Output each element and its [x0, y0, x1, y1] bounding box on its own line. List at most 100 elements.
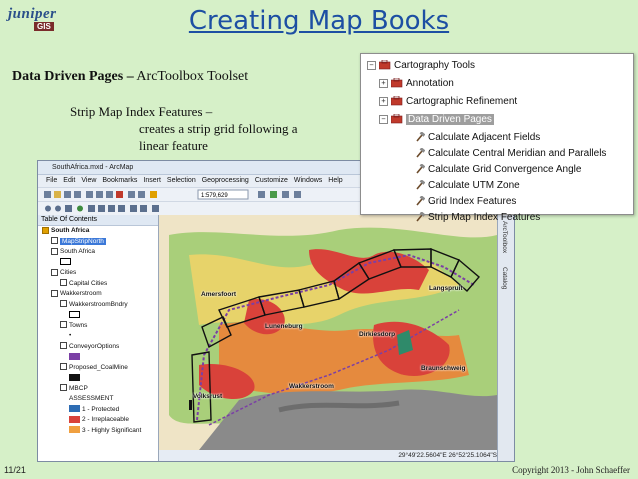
map-label-5: Wakkerstroom	[289, 383, 334, 390]
toolset-item[interactable]: + Annotation	[379, 78, 454, 89]
toc-row[interactable]	[38, 258, 158, 269]
layer-checkbox[interactable]	[60, 342, 67, 350]
toc-row[interactable]	[38, 352, 158, 363]
toc-row[interactable]: MBCP	[38, 384, 158, 395]
layer-checkbox[interactable]	[60, 279, 67, 287]
toc-row[interactable]: South Africa	[38, 247, 158, 258]
menu-help[interactable]: Help	[328, 177, 342, 184]
toolset-label: Data Driven Pages	[406, 114, 494, 125]
toc-row[interactable]: Capital Cities	[38, 279, 158, 290]
layer-checkbox[interactable]	[51, 268, 58, 276]
toc-row[interactable]: •	[38, 331, 158, 342]
menu-geoprocessing[interactable]: Geoprocessing	[202, 177, 249, 184]
tool-item[interactable]: Calculate UTM Zone	[415, 180, 520, 191]
toolbox-root-label: Cartography Tools	[394, 60, 475, 71]
menu-file[interactable]: File	[46, 177, 57, 184]
menu-bookmarks[interactable]: Bookmarks	[102, 177, 137, 184]
tool-label: Calculate UTM Zone	[428, 180, 520, 191]
layer-checkbox[interactable]	[42, 226, 49, 234]
menu-customize[interactable]: Customize	[255, 177, 288, 184]
toolset-icon	[391, 78, 403, 88]
menu-edit[interactable]: Edit	[63, 177, 75, 184]
toolset-item[interactable]: + Cartographic Refinement	[379, 96, 517, 107]
toc-label: South Africa	[51, 227, 90, 234]
toolset-item[interactable]: − Data Driven Pages	[379, 114, 494, 125]
map-canvas[interactable]: Amersfoort Langspruit Dirkiesdorp Lunene…	[159, 215, 497, 461]
print-icon	[74, 191, 81, 198]
select-icon	[130, 205, 137, 212]
tool-item[interactable]: Strip Map Index Features	[415, 212, 540, 223]
copy-icon	[96, 191, 103, 198]
map-label-4: Luneneburg	[265, 323, 303, 330]
toc-label: 3 - Highly Significant	[82, 426, 142, 434]
toolbox-icon	[379, 60, 391, 70]
layer-checkbox[interactable]	[51, 247, 58, 255]
toc-row[interactable]: 1 - Protected	[38, 405, 158, 416]
toc-row[interactable]: Cities	[38, 268, 158, 279]
back-icon	[108, 205, 115, 212]
toc-label: ASSESSMENT	[69, 395, 114, 402]
slide-heading-bold: Data Driven Pages –	[12, 69, 134, 84]
menu-insert[interactable]: Insert	[143, 177, 161, 184]
menu-selection[interactable]: Selection	[167, 177, 196, 184]
toolbox-icon	[270, 191, 277, 198]
toc-label: WakkerstroomBndry	[69, 300, 128, 308]
toc-header: Table Of Contents	[38, 215, 158, 226]
sub-line-1: Strip Map Index Features –	[70, 104, 213, 119]
menu-windows[interactable]: Windows	[294, 177, 322, 184]
toc-row[interactable]: ConveyorOptions	[38, 342, 158, 353]
map-svg[interactable]	[159, 215, 497, 450]
toc-row[interactable]: WakkerstroomBndry	[38, 300, 158, 311]
layer-checkbox[interactable]	[60, 321, 67, 329]
boundary-marker	[189, 400, 192, 410]
layer-checkbox[interactable]	[60, 300, 67, 308]
toc-row[interactable]: MapStripNorth	[38, 237, 158, 248]
toc-label: South Africa	[60, 248, 96, 255]
layer-checkbox[interactable]	[51, 289, 58, 297]
toc-row[interactable]: Proposed_CoalMine	[38, 363, 158, 374]
menu-view[interactable]: View	[81, 177, 96, 184]
map-label-3: Dirkiesdorp	[359, 331, 396, 338]
legend-swatch	[69, 352, 80, 360]
legend-swatch	[69, 405, 80, 413]
toc-label: ConveyorOptions	[69, 342, 120, 350]
tool-item[interactable]: Calculate Adjacent Fields	[415, 132, 540, 143]
coordinate-text: 29°49'22.5604"E 26°52'25.1064"S	[398, 452, 497, 459]
identify-icon	[140, 205, 147, 212]
layer-checkbox[interactable]	[60, 363, 67, 371]
layer-checkbox[interactable]	[60, 384, 67, 392]
toc-row[interactable]: South Africa	[38, 226, 158, 237]
toolset-icon	[391, 114, 403, 124]
toolbox-root[interactable]: − Cartography Tools	[367, 60, 475, 71]
side-tab-arctoolbox[interactable]: ArcToolbox	[501, 221, 508, 253]
toc-row[interactable]: 2 - Irreplaceable	[38, 415, 158, 426]
tool-label: Calculate Central Meridian and Parallels	[428, 148, 607, 159]
tool-label: Strip Map Index Features	[428, 212, 541, 223]
toc-row[interactable]: Towns	[38, 321, 158, 332]
legend-swatch	[69, 310, 80, 318]
tool-item[interactable]: Grid Index Features	[415, 196, 516, 207]
new-icon	[44, 191, 51, 198]
toolset-label: Annotation	[406, 78, 454, 89]
toc-row[interactable]: 3 - Highly Significant	[38, 426, 158, 437]
side-tab-catalog[interactable]: Catalog	[501, 267, 508, 289]
tool-item[interactable]: Calculate Grid Convergence Angle	[415, 164, 581, 175]
tool-item[interactable]: Calculate Central Meridian and Parallels	[415, 148, 606, 159]
tool-label: Calculate Grid Convergence Angle	[428, 164, 582, 175]
toc-row[interactable]	[38, 310, 158, 321]
collapse-icon[interactable]: −	[379, 114, 388, 124]
slide-title: Creating Map Books	[188, 6, 450, 36]
toc-row[interactable]: ASSESSMENT	[38, 394, 158, 405]
tool-label: Calculate Adjacent Fields	[428, 132, 541, 143]
layer-checkbox[interactable]	[51, 237, 58, 245]
toc-label: Proposed_CoalMine	[69, 363, 128, 371]
sub-line-2: creates a strip grid following a	[139, 121, 298, 136]
toc-row[interactable]	[38, 373, 158, 384]
expand-icon[interactable]: +	[379, 96, 388, 106]
toc-row[interactable]: Wakkerstroom	[38, 289, 158, 300]
expand-icon[interactable]: +	[379, 78, 388, 88]
collapse-icon[interactable]: −	[367, 60, 376, 70]
zoom-out-icon	[55, 205, 61, 212]
tool-hammer-icon	[416, 132, 425, 142]
side-panel-tabs[interactable]: ArcToolbox Catalog	[497, 215, 514, 461]
